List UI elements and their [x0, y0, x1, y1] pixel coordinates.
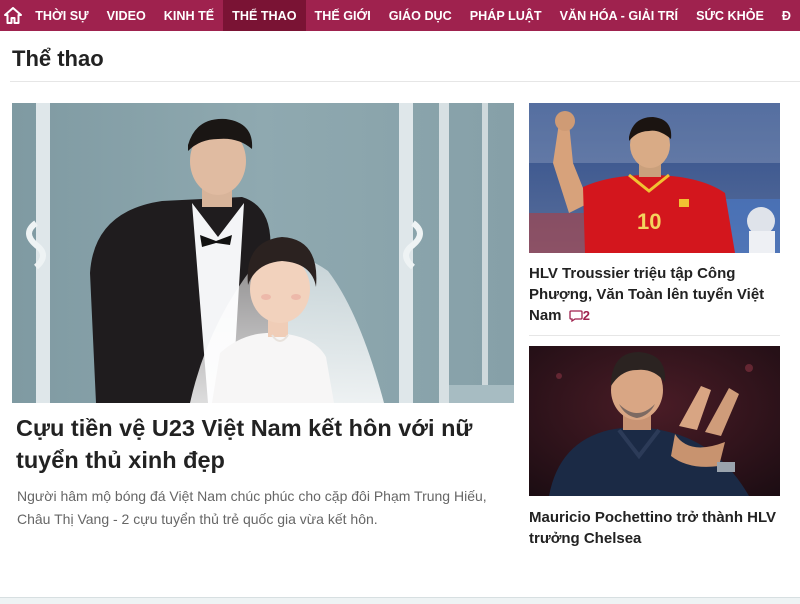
nav-item-the-gioi[interactable]: THẾ GIỚI: [306, 0, 380, 31]
main-navbar: THỜI SỰ VIDEO KINH TẾ THỂ THAO THẾ GIỚI …: [0, 0, 800, 31]
nav-item-van-hoa-giai-tri[interactable]: VĂN HÓA - GIẢI TRÍ: [551, 0, 687, 31]
comment-icon: [569, 310, 583, 323]
main-story-headline[interactable]: Cựu tiền vệ U23 Việt Nam kết hôn với nữ …: [16, 412, 506, 476]
nav-item-the-thao[interactable]: THỂ THAO: [223, 0, 306, 31]
side-story-1-comments[interactable]: 2: [569, 308, 590, 323]
jersey-number: 10: [637, 209, 661, 234]
main-story-image[interactable]: [12, 103, 514, 403]
nav-home-button[interactable]: [0, 0, 26, 31]
nav-item-truncated[interactable]: Đ: [773, 0, 800, 31]
nav-item-video[interactable]: VIDEO: [98, 0, 155, 31]
comment-count[interactable]: 2: [583, 308, 590, 323]
section-divider: [10, 81, 800, 82]
side-story-1-headline[interactable]: HLV Troussier triệu tập Công Phượng, Văn…: [529, 263, 779, 326]
side-story-1-headline-text[interactable]: HLV Troussier triệu tập Công Phượng, Văn…: [529, 265, 764, 324]
home-icon: [4, 7, 23, 24]
horizontal-scrollbar[interactable]: [0, 597, 800, 604]
nav-item-suc-khoe[interactable]: SỨC KHỎE: [687, 0, 773, 31]
nav-item-giao-duc[interactable]: GIÁO DỤC: [380, 0, 461, 31]
nav-item-kinh-te[interactable]: KINH TẾ: [155, 0, 223, 31]
section-title[interactable]: Thể thao: [12, 46, 104, 72]
main-story-summary: Người hâm mộ bóng đá Việt Nam chúc phúc …: [17, 488, 487, 527]
side-story-2-headline[interactable]: Mauricio Pochettino trở thành HLV trưởng…: [529, 507, 779, 549]
nav-item-phap-luat[interactable]: PHÁP LUẬT: [461, 0, 551, 31]
side-story-2-image[interactable]: [529, 346, 780, 496]
side-story-1-image[interactable]: 10: [529, 103, 780, 253]
nav-item-thoi-su[interactable]: THỜI SỰ: [26, 0, 97, 31]
side-divider: [529, 335, 780, 336]
